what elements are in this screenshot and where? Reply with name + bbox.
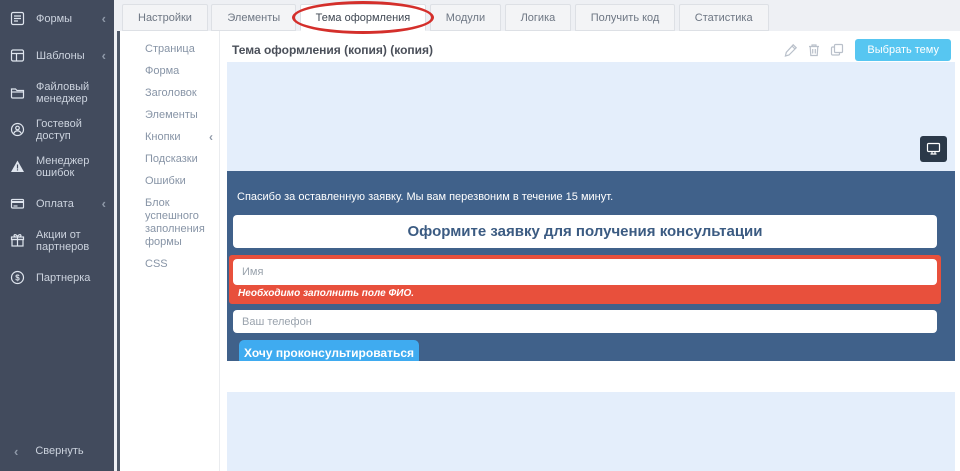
guest-access-icon	[10, 122, 25, 137]
tab-modules[interactable]: Модули	[430, 4, 501, 31]
desktop-view-button[interactable]	[920, 136, 947, 162]
name-field-error-block: Необходимо заполнить поле ФИО.	[229, 255, 941, 304]
templates-icon	[10, 48, 25, 63]
sidebar-item-label: Акции от партнеров	[36, 229, 106, 253]
nav-item-elements[interactable]: Элементы	[145, 109, 213, 122]
validation-error-text: Необходимо заполнить поле ФИО.	[238, 288, 937, 299]
payment-icon	[10, 196, 25, 211]
nav-item-label: Страница	[145, 43, 195, 56]
tab-statistics[interactable]: Статистика	[679, 4, 769, 31]
chevron-left-icon	[14, 445, 18, 458]
sidebar-item-partnership[interactable]: $ Партнерка	[0, 259, 114, 296]
sidebar-collapse-button[interactable]: Свернуть	[0, 439, 114, 463]
nav-item-buttons[interactable]: Кнопки	[145, 131, 213, 144]
chevron-left-icon	[102, 197, 106, 210]
main-area: Настройки Элементы Тема оформления Модул…	[114, 0, 960, 471]
choose-theme-button[interactable]: Выбрать тему	[855, 39, 951, 61]
nav-item-label: Форма	[145, 65, 179, 78]
tab-bar: Настройки Элементы Тема оформления Модул…	[114, 0, 960, 31]
tab-get-code[interactable]: Получить код	[575, 4, 676, 31]
file-manager-icon	[10, 85, 25, 100]
pencil-icon[interactable]	[784, 43, 798, 57]
monitor-icon	[926, 142, 941, 156]
nav-item-errors[interactable]: Ошибки	[145, 175, 213, 188]
preview-page-bottom	[227, 392, 955, 471]
sidebar-item-label: Формы	[36, 13, 102, 25]
nav-item-hints[interactable]: Подсказки	[145, 153, 213, 166]
sidebar-item-payment[interactable]: Оплата	[0, 185, 114, 222]
content-panel: Страница Форма Заголовок Элементы Кнопки…	[117, 31, 960, 471]
partnership-icon: $	[10, 270, 25, 285]
nav-item-label: Элементы	[145, 109, 198, 122]
theme-section-nav: Страница Форма Заголовок Элементы Кнопки…	[120, 31, 220, 471]
theme-content: Тема оформления (копия) (копия) Выбрать …	[220, 31, 960, 471]
sidebar-item-forms[interactable]: Формы	[0, 0, 114, 37]
nav-item-label: Блок успешного заполнения формы	[145, 197, 213, 249]
nav-item-label: Подсказки	[145, 153, 198, 166]
sidebar-item-label: Партнерка	[36, 272, 106, 284]
chevron-left-icon	[102, 12, 106, 25]
sidebar: Формы Шаблоны Файловый менеджер Гостевой…	[0, 0, 114, 471]
collapse-label: Свернуть	[35, 445, 83, 457]
sidebar-item-error-manager[interactable]: Менеджер ошибок	[0, 148, 114, 185]
tab-theme-label: Тема оформления	[316, 12, 411, 24]
chevron-left-icon	[209, 131, 213, 143]
tab-settings[interactable]: Настройки	[122, 4, 208, 31]
form-preview: Спасибо за оставленную заявку. Мы вам пе…	[227, 62, 955, 471]
tab-theme[interactable]: Тема оформления	[300, 4, 427, 31]
preview-page-top	[227, 62, 955, 171]
nav-item-label: Ошибки	[145, 175, 186, 188]
partner-promos-icon	[10, 233, 25, 248]
copy-icon[interactable]	[830, 43, 844, 57]
content-header: Тема оформления (копия) (копия) Выбрать …	[220, 31, 960, 61]
sidebar-item-label: Шаблоны	[36, 50, 102, 62]
nav-item-label: CSS	[145, 258, 168, 271]
nav-item-form[interactable]: Форма	[145, 65, 213, 78]
chevron-left-icon	[102, 49, 106, 62]
phone-input[interactable]	[233, 310, 937, 333]
thank-you-text: Спасибо за оставленную заявку. Мы вам пе…	[237, 191, 955, 203]
preview-form-block: Спасибо за оставленную заявку. Мы вам пе…	[227, 171, 955, 361]
sidebar-item-label: Гостевой доступ	[36, 118, 106, 142]
form-heading: Оформите заявку для получения консультац…	[233, 215, 937, 248]
sidebar-item-guest-access[interactable]: Гостевой доступ	[0, 111, 114, 148]
sidebar-item-templates[interactable]: Шаблоны	[0, 37, 114, 74]
nav-item-label: Кнопки	[145, 131, 181, 144]
tab-logic[interactable]: Логика	[505, 4, 572, 31]
sidebar-item-label: Менеджер ошибок	[36, 155, 106, 179]
sidebar-item-label: Файловый менеджер	[36, 81, 106, 105]
trash-icon[interactable]	[807, 43, 821, 57]
nav-item-page[interactable]: Страница	[145, 43, 213, 56]
sidebar-item-label: Оплата	[36, 198, 102, 210]
forms-icon	[10, 11, 25, 26]
svg-text:$: $	[15, 273, 20, 282]
tab-elements[interactable]: Элементы	[211, 4, 296, 31]
nav-item-css[interactable]: CSS	[145, 258, 213, 271]
sidebar-item-partner-promos[interactable]: Акции от партнеров	[0, 222, 114, 259]
nav-item-label: Заголовок	[145, 87, 197, 100]
nav-item-success-block[interactable]: Блок успешного заполнения формы	[145, 197, 213, 249]
name-input[interactable]	[233, 259, 937, 285]
theme-title: Тема оформления (копия) (копия)	[232, 43, 775, 57]
nav-item-header[interactable]: Заголовок	[145, 87, 213, 100]
sidebar-item-file-manager[interactable]: Файловый менеджер	[0, 74, 114, 111]
submit-button[interactable]: Хочу проконсультироваться	[239, 340, 419, 361]
error-manager-icon	[10, 159, 25, 174]
